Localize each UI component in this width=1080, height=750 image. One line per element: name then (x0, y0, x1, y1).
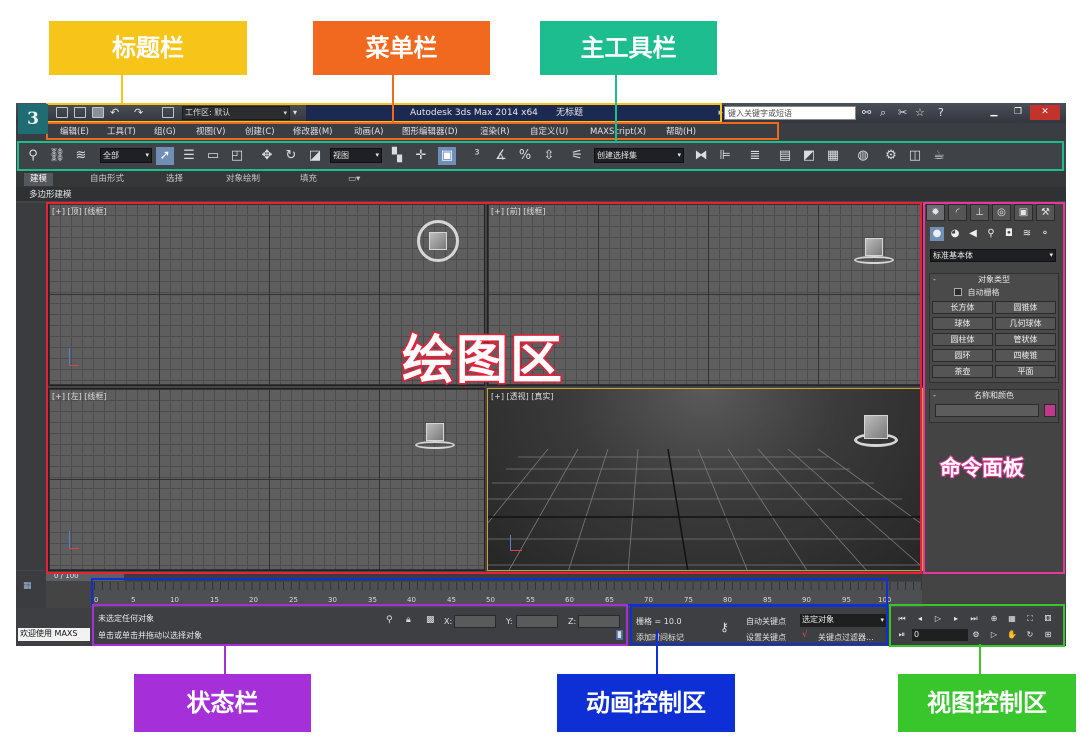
command-panel-frame (923, 202, 1065, 574)
menu-bar-frame (46, 122, 779, 140)
minimize-button[interactable]: ▁ (982, 105, 1006, 120)
animation-control-frame-bottom (630, 605, 888, 645)
animation-control-label: 动画控制区 (557, 674, 735, 732)
view-control-pointer (979, 644, 981, 674)
tools-icon[interactable]: ✂ (898, 105, 907, 121)
polygon-modeling-label[interactable]: 多边形建模 (29, 188, 72, 200)
viewport-layout-tab-strip: ▶ (16, 203, 46, 570)
communication-icon[interactable]: ⌕ (880, 105, 886, 121)
status-bar-label: 状态栏 (134, 674, 311, 732)
ribbon-tab-selection[interactable]: 选择 (160, 173, 189, 186)
help-icon[interactable]: ? (938, 105, 944, 121)
ribbon-tab-object-paint[interactable]: 对象绘制 (220, 173, 266, 186)
binoculars-icon[interactable]: ⚯ (862, 105, 871, 121)
close-button[interactable]: ✕ (1030, 105, 1060, 120)
favorites-star-icon[interactable]: ☆ (915, 105, 925, 121)
drawing-area-label: 绘图区 (400, 330, 565, 393)
view-control-label: 视图控制区 (898, 674, 1076, 732)
timeline-left-strip: ▦ (16, 571, 46, 608)
title-bar-pointer (121, 74, 123, 104)
title-bar-label: 标题栏 (49, 21, 247, 75)
mini-curve-editor-icon[interactable]: ▦ (23, 581, 32, 591)
main-toolbar-label: 主工具栏 (540, 21, 717, 75)
ribbon-options-icon[interactable]: ▭▾ (342, 173, 366, 186)
view-control-frame (889, 604, 1065, 647)
animation-control-pointer (656, 630, 658, 674)
ribbon-tab-freeform[interactable]: 自由形式 (84, 173, 130, 186)
command-panel-label: 命令面板 (939, 455, 1025, 481)
status-bar-frame (92, 604, 628, 646)
restore-button[interactable]: ❐ (1006, 105, 1030, 120)
ribbon-tabs: 建模 自由形式 选择 对象绘制 填充 ▭▾ (16, 171, 1066, 187)
menu-bar-label: 菜单栏 (313, 21, 490, 75)
ribbon-tab-modeling[interactable]: 建模 (24, 173, 54, 186)
help-search-input[interactable]: 键入关键字或短语 (724, 106, 856, 120)
app-logo-button[interactable]: 3 (18, 104, 48, 134)
title-bar-frame (46, 103, 722, 123)
main-toolbar-pointer (615, 74, 617, 142)
menu-bar-pointer (392, 74, 394, 122)
animation-control-frame-top (91, 578, 888, 606)
main-toolbar-frame (17, 141, 1064, 171)
maxscript-listener-input[interactable]: 欢迎使用 MAXS (18, 628, 90, 641)
ribbon-panel: 多边形建模 (16, 187, 1066, 201)
status-bar-pointer (224, 644, 226, 674)
ribbon-tab-populate[interactable]: 填充 (294, 173, 323, 186)
